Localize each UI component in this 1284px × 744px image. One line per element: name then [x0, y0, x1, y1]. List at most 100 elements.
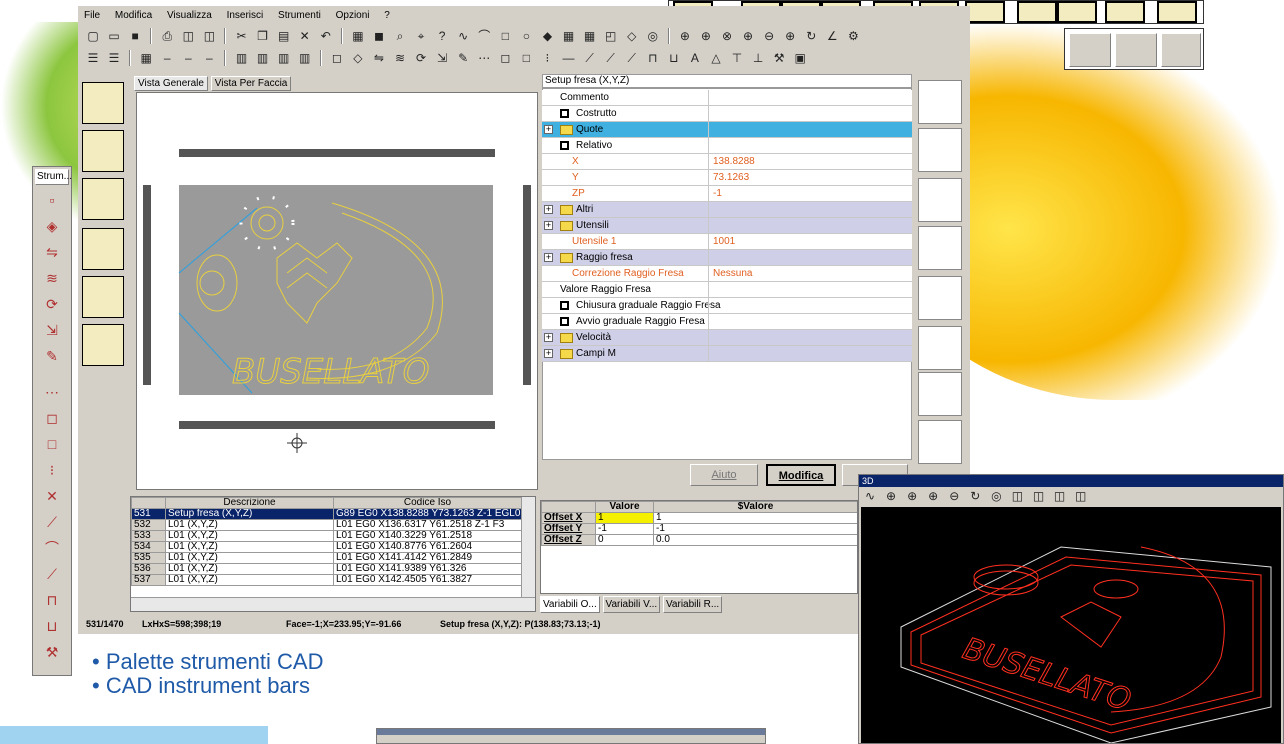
view3d-target-icon[interactable]: ◎ [988, 488, 1004, 504]
palette-dots-icon[interactable]: ⁝ [41, 459, 63, 481]
table-icon[interactable]: ▦ [138, 50, 154, 66]
table-header-descrizione[interactable]: Descrizione [165, 497, 334, 509]
rectangle-icon[interactable]: □ [497, 28, 513, 44]
tool-icon[interactable] [1057, 1, 1097, 23]
right-tool-3[interactable] [918, 178, 962, 222]
table-row[interactable]: 534 L01 (X,Y,Z) L01 EG0 X140.8776 Y61.2604 [131, 541, 522, 553]
right-tool-1[interactable] [918, 80, 962, 124]
new-file-icon[interactable]: ▢ [85, 28, 101, 44]
diagonal-icon[interactable]: ⟋ [624, 50, 640, 66]
property-value[interactable] [708, 90, 908, 105]
palette-square-icon[interactable]: □ [41, 433, 63, 455]
paste-icon[interactable]: ▤ [276, 28, 292, 44]
edit-button[interactable]: Modifica [766, 464, 836, 486]
tool-icon[interactable] [1105, 1, 1145, 23]
view3d-zoom-in-icon[interactable]: ⊕ [883, 488, 899, 504]
mill-pocket-icon[interactable] [1069, 33, 1111, 67]
property-row[interactable]: Utensile 1 1001 [542, 234, 912, 250]
open-folder-icon[interactable]: ▭ [106, 28, 122, 44]
palette-mirror-icon[interactable]: ⇋ [41, 241, 63, 263]
expand-icon[interactable]: + [544, 221, 553, 230]
palette-tool-icon[interactable]: ⚒ [41, 641, 63, 663]
property-row[interactable]: + Campi M [542, 346, 912, 362]
mill-side-icon[interactable] [1115, 33, 1157, 67]
property-row[interactable]: Correzione Raggio Fresa Nessuna [542, 266, 912, 282]
variable-row[interactable]: Offset X11 [541, 512, 857, 524]
tool-icon[interactable] [1157, 1, 1197, 23]
image-icon[interactable]: ▣ [792, 50, 808, 66]
palette-box-icon[interactable]: ⊓ [41, 589, 63, 611]
variable-value[interactable]: -1 [653, 523, 857, 535]
right-tool-8[interactable] [918, 420, 962, 464]
mirror-icon[interactable]: ⇋ [371, 50, 387, 66]
property-value[interactable] [708, 106, 908, 121]
palette-line-icon[interactable]: ⟋ [41, 511, 63, 533]
table-header-codice[interactable]: Codice Iso [333, 497, 522, 509]
ellipse-icon[interactable]: ○ [518, 28, 534, 44]
find-icon[interactable]: ⌕ [392, 28, 408, 44]
property-value[interactable]: 138.8288 [708, 154, 908, 169]
delete-icon[interactable]: ✕ [297, 28, 313, 44]
property-row[interactable]: + Utensili [542, 218, 912, 234]
menu-modifica[interactable]: Modifica [115, 10, 152, 21]
cut-icon[interactable]: ✂ [234, 28, 250, 44]
layers-icon[interactable]: ◫ [201, 28, 217, 44]
right-tool-4[interactable] [918, 226, 962, 270]
gear-icon[interactable]: ⚙ [845, 28, 861, 44]
help-icon[interactable]: ? [434, 28, 450, 44]
menu-file[interactable]: File [84, 10, 100, 21]
property-row[interactable]: Commento [542, 90, 912, 106]
table-row[interactable]: 531 Setup fresa (X,Y,Z) G89 EG0 X138.8288 … [131, 508, 522, 520]
tool-icon[interactable] [1017, 1, 1057, 23]
table-hscrollbar[interactable] [131, 597, 535, 611]
left-tool-1[interactable] [82, 82, 124, 124]
tab-variabili-r[interactable]: Variabili R... [663, 596, 723, 613]
property-row[interactable]: Costrutto [542, 106, 912, 122]
property-row[interactable]: + Raggio fresa [542, 250, 912, 266]
menu-visualizza[interactable]: Visualizza [167, 10, 212, 21]
view3d-refresh-icon[interactable]: ↻ [967, 488, 983, 504]
align-icon[interactable]: ⊤ [729, 50, 745, 66]
checkbox[interactable] [560, 109, 569, 118]
variable-row[interactable]: Offset Y -1 -1 [541, 523, 857, 535]
menu-help[interactable]: ? [384, 10, 390, 21]
palette-title[interactable]: Strum... [35, 169, 72, 185]
property-value[interactable] [708, 346, 908, 361]
table-row[interactable]: 536 L01 (X,Y,Z) L01 EG0 X141.9389 Y61.326 [131, 563, 522, 575]
property-row[interactable]: Relativo [542, 138, 912, 154]
tab-vista-per-faccia[interactable]: Vista Per Faccia [210, 76, 292, 91]
columns-icon[interactable]: ▥ [255, 50, 271, 66]
cad-canvas[interactable]: BUSELLATO [136, 92, 538, 490]
node-icon[interactable]: ◻ [497, 50, 513, 66]
dots-icon[interactable]: ⁝ [539, 50, 555, 66]
zoom-in-icon[interactable]: ⊕ [698, 28, 714, 44]
palette-diagonal-icon[interactable]: ⟋ [41, 563, 63, 585]
view3d-zoom-in-icon[interactable]: ⊕ [925, 488, 941, 504]
property-row[interactable]: + Velocità [542, 330, 912, 346]
zoom-out-icon[interactable]: ⊖ [761, 28, 777, 44]
palette-node-icon[interactable]: ▫ [41, 189, 63, 211]
shape-icon[interactable]: △ [708, 50, 724, 66]
box-icon[interactable]: ⊓ [645, 50, 661, 66]
checkbox[interactable] [560, 317, 569, 326]
view3d-zoom-in-icon[interactable]: ⊕ [904, 488, 920, 504]
left-tool-4[interactable] [82, 228, 124, 270]
right-tool-7[interactable] [918, 372, 962, 416]
move-icon[interactable]: ⇲ [434, 50, 450, 66]
table-row[interactable]: 537 L01 (X,Y,Z) L01 EG0 X142.4505 Y61.3827 [131, 574, 522, 586]
table-vscrollbar[interactable] [521, 497, 535, 597]
property-row[interactable]: Y 73.1263 [542, 170, 912, 186]
tool-icon[interactable]: ⚒ [771, 50, 787, 66]
zoom-window-icon[interactable]: ⊗ [719, 28, 735, 44]
columns-icon[interactable]: ▥ [234, 50, 250, 66]
save-icon[interactable]: ■ [127, 28, 143, 44]
checkbox[interactable] [560, 301, 569, 310]
variable-row[interactable]: Offset Z 0 0.0 [541, 534, 857, 546]
pen-icon[interactable]: ✎ [455, 50, 471, 66]
variable-value[interactable]: -1 [595, 523, 654, 535]
grid-icon[interactable]: ▦ [561, 28, 577, 44]
property-value[interactable]: -1 [708, 186, 908, 201]
curve-icon[interactable]: ∿ [455, 28, 471, 44]
line-icon[interactable]: — [561, 50, 577, 66]
left-tool-5[interactable] [82, 276, 124, 318]
